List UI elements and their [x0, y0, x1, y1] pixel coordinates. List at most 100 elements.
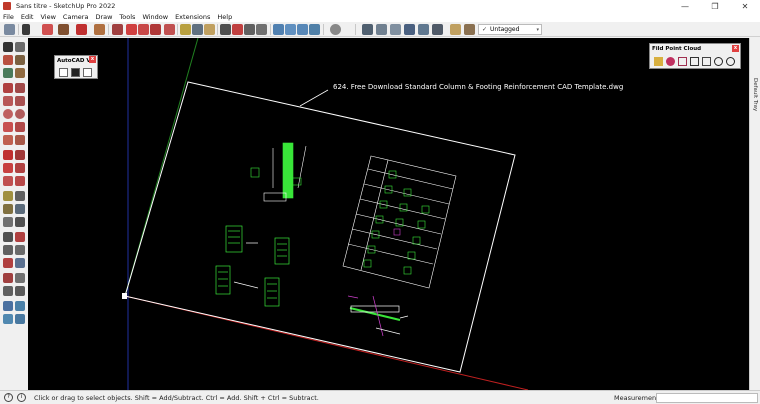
menu-view[interactable]: View — [40, 13, 55, 21]
follow-me-icon[interactable] — [15, 163, 25, 173]
select-arrow-icon[interactable] — [22, 24, 30, 35]
close-button[interactable]: ✕ — [730, 0, 760, 12]
pan-icon[interactable] — [15, 232, 25, 242]
component-icon[interactable] — [3, 68, 13, 78]
search-icon[interactable] — [4, 24, 15, 35]
push-pull-icon[interactable] — [15, 150, 25, 160]
zoom-window-icon[interactable] — [15, 245, 25, 255]
look-around-icon[interactable] — [3, 286, 13, 296]
tape-measure-icon[interactable] — [180, 24, 191, 35]
select-arrow-icon[interactable] — [3, 42, 13, 52]
info-icon[interactable]: i — [17, 393, 26, 402]
shape-icon[interactable] — [94, 24, 105, 35]
arc-icon[interactable] — [76, 24, 87, 35]
wireframe-style-icon[interactable] — [376, 24, 387, 35]
default-tray[interactable]: Default Tray — [749, 38, 760, 390]
polygon-icon[interactable] — [15, 109, 25, 119]
two-point-arc-icon[interactable] — [15, 122, 25, 132]
paint-bucket-icon[interactable] — [204, 24, 215, 35]
measurements-input[interactable] — [656, 393, 758, 403]
rotate-icon[interactable] — [138, 24, 149, 35]
axes-icon[interactable] — [3, 217, 13, 227]
iso-view-icon[interactable] — [273, 24, 284, 35]
offset-icon[interactable] — [15, 176, 25, 186]
zoom-icon[interactable] — [244, 24, 255, 35]
zoom-out-icon[interactable] — [726, 57, 735, 66]
menu-tools[interactable]: Tools — [119, 13, 135, 21]
sample-icon[interactable] — [15, 68, 25, 78]
menu-file[interactable]: File — [3, 13, 14, 21]
paint-icon[interactable] — [15, 55, 25, 65]
autocad-panel-header[interactable]: AutoCAD V... x — [55, 56, 97, 65]
pie-icon[interactable] — [15, 135, 25, 145]
monochrome-style-icon[interactable] — [432, 24, 443, 35]
arc-icon[interactable] — [3, 122, 13, 132]
point-cloud-icon[interactable] — [666, 57, 675, 66]
text-icon[interactable] — [192, 24, 203, 35]
eraser-icon[interactable] — [3, 55, 13, 65]
folder-icon[interactable] — [654, 57, 663, 66]
menu-draw[interactable]: Draw — [95, 13, 112, 21]
line-pencil-icon[interactable] — [58, 24, 69, 35]
circle-icon[interactable] — [3, 109, 13, 119]
drawing-viewport[interactable]: 624. Free Download Standard Column & Foo… — [28, 38, 749, 390]
shaded-style-icon[interactable] — [404, 24, 415, 35]
protractor-icon[interactable] — [3, 204, 13, 214]
section-plane-icon[interactable] — [15, 286, 25, 296]
refresh-icon[interactable] — [83, 68, 92, 77]
pan-icon[interactable] — [232, 24, 243, 35]
three-point-arc-icon[interactable] — [3, 135, 13, 145]
close-icon[interactable]: x — [89, 56, 96, 63]
import-dwg-icon[interactable] — [59, 68, 68, 77]
point-cloud-panel-header[interactable]: Fild Point Cloud x — [650, 44, 740, 53]
front-view-icon[interactable] — [297, 24, 308, 35]
image-icon[interactable] — [702, 57, 711, 66]
shaded-textures-style-icon[interactable] — [418, 24, 429, 35]
menu-window[interactable]: Window — [142, 13, 168, 21]
xray-style-icon[interactable] — [362, 24, 373, 35]
line-icon[interactable] — [3, 83, 13, 93]
dimension-icon[interactable] — [15, 191, 25, 201]
zoom-extents-icon[interactable] — [256, 24, 267, 35]
3d-text-icon[interactable] — [15, 217, 25, 227]
push-pull-icon[interactable] — [112, 24, 123, 35]
tag-color-icon[interactable] — [464, 24, 475, 35]
extension-warehouse-icon[interactable] — [15, 314, 25, 324]
move-icon[interactable] — [3, 150, 13, 160]
minimize-button[interactable]: — — [670, 0, 700, 12]
text-icon[interactable] — [15, 204, 25, 214]
maximize-button[interactable]: ❐ — [700, 0, 730, 12]
tag-dropdown[interactable]: ✓ Untagged ▾ — [478, 24, 542, 35]
warehouse-icon[interactable] — [3, 314, 13, 324]
rotated-rectangle-icon[interactable] — [15, 96, 25, 106]
orbit-icon[interactable] — [220, 24, 231, 35]
help-icon[interactable]: ? — [4, 393, 13, 402]
menu-extensions[interactable]: Extensions — [175, 13, 210, 21]
scale-icon[interactable] — [150, 24, 161, 35]
curve-icon[interactable] — [678, 57, 687, 66]
sandbox-scratch-icon[interactable] — [15, 301, 25, 311]
menu-help[interactable]: Help — [217, 13, 232, 21]
settings-gear-icon[interactable] — [330, 24, 341, 35]
zoom-extents-icon[interactable] — [3, 258, 13, 268]
rotate-icon[interactable] — [3, 163, 13, 173]
freehand-icon[interactable] — [15, 83, 25, 93]
previous-view-icon[interactable] — [15, 258, 25, 268]
lasso-icon[interactable] — [15, 42, 25, 52]
tag-icon[interactable] — [450, 24, 461, 35]
rectangle-icon[interactable] — [3, 96, 13, 106]
eraser-icon[interactable] — [42, 24, 53, 35]
tape-measure-icon[interactable] — [3, 191, 13, 201]
autocad-toolbar-panel[interactable]: AutoCAD V... x — [54, 55, 98, 79]
crop-icon[interactable] — [690, 57, 699, 66]
menu-camera[interactable]: Camera — [63, 13, 89, 21]
close-icon[interactable]: x — [732, 45, 739, 52]
menu-edit[interactable]: Edit — [21, 13, 34, 21]
right-view-icon[interactable] — [309, 24, 320, 35]
top-view-icon[interactable] — [285, 24, 296, 35]
scale-icon[interactable] — [3, 176, 13, 186]
position-camera-icon[interactable] — [3, 273, 13, 283]
zoom-icon[interactable] — [3, 245, 13, 255]
point-cloud-toolbar-panel[interactable]: Fild Point Cloud x — [649, 43, 741, 69]
offset-icon[interactable] — [164, 24, 175, 35]
